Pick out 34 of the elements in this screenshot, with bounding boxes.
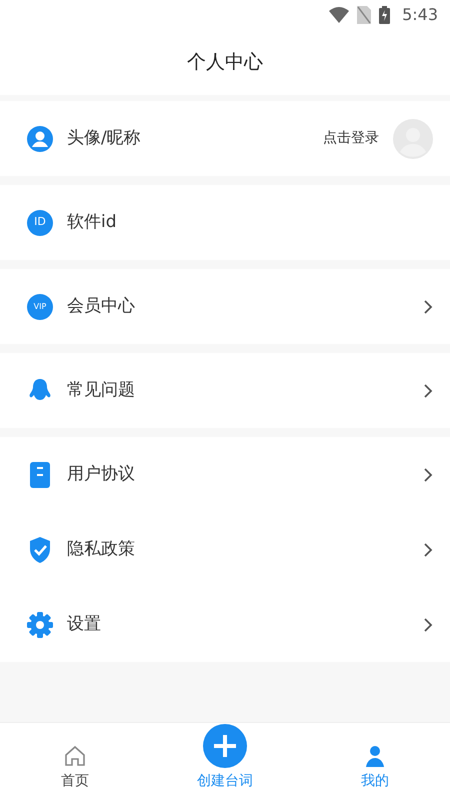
login-hint: 点击登录 [323, 129, 379, 148]
chevron-right-icon [423, 466, 433, 482]
wifi-icon [329, 7, 350, 23]
user-icon [363, 744, 387, 768]
home-icon [63, 744, 87, 768]
row-label: 常见问题 [67, 378, 136, 402]
page-title: 个人中心 [187, 50, 263, 76]
row-label: 头像/昵称 [67, 126, 142, 150]
shield-icon [29, 536, 51, 562]
row-label: 设置 [67, 612, 102, 636]
menu-row[interactable]: 头像/昵称 点击登录 [0, 101, 450, 176]
status-time: 5:43 [402, 4, 438, 26]
menu-row[interactable]: 隐私政策 [0, 512, 450, 587]
document-icon [29, 462, 51, 488]
user-icon [27, 126, 53, 152]
chevron-right-icon [423, 298, 433, 314]
chevron-right-icon [423, 382, 433, 398]
chevron-right-icon [423, 616, 433, 632]
settings-icon [27, 612, 53, 638]
menu-row[interactable]: 设置 [0, 587, 450, 662]
menu-row[interactable]: 常见问题 [0, 353, 450, 428]
row-label: 会员中心 [67, 294, 136, 318]
row-label: 用户协议 [67, 462, 136, 486]
menu-row[interactable]: 用户协议 [0, 437, 450, 512]
badge-icon: ID [27, 210, 53, 236]
battery-icon [379, 6, 390, 24]
nav-tab[interactable]: 首页 [0, 744, 150, 792]
chevron-right-icon [423, 542, 433, 558]
menu-row[interactable]: VIP 会员中心 [0, 269, 450, 344]
row-label: 隐私政策 [67, 538, 136, 561]
badge-icon: VIP [27, 294, 53, 320]
menu-row[interactable]: ID 软件id [0, 185, 450, 260]
row-label: 软件id [67, 210, 118, 234]
no-sim-icon [357, 6, 372, 24]
